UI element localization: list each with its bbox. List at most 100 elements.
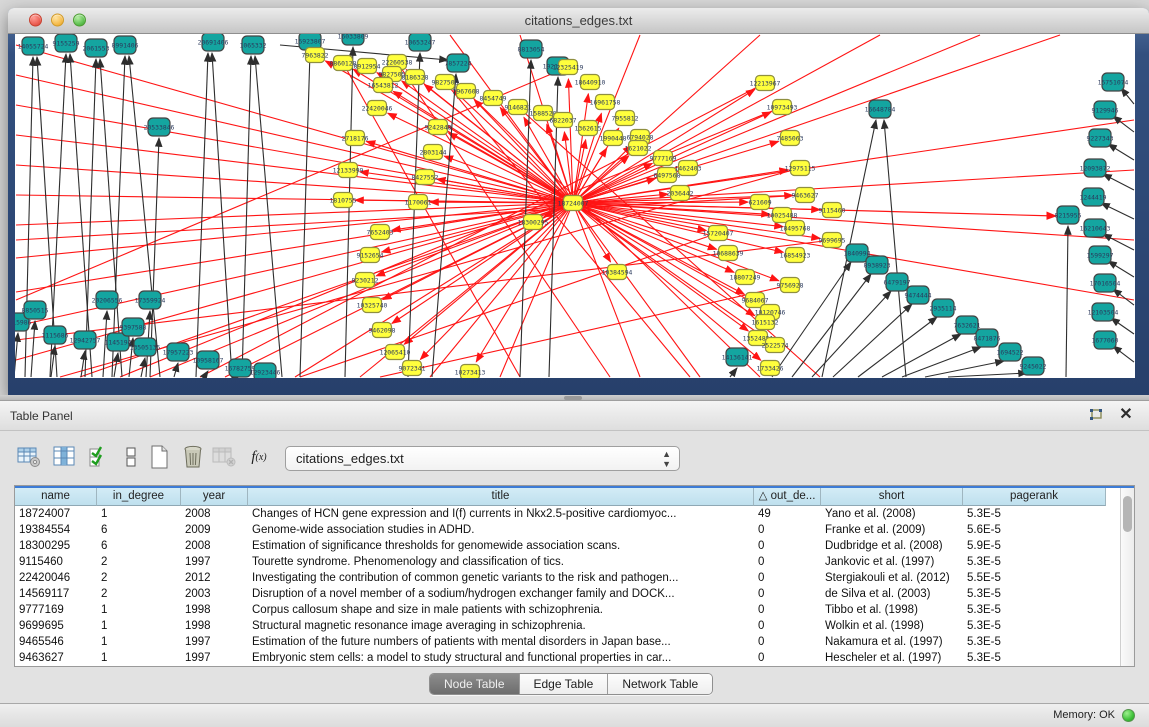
graph-node[interactable]: 2061553 bbox=[83, 39, 110, 57]
table-cell[interactable]: 9777169 bbox=[15, 602, 97, 618]
graph-node[interactable]: 6479197 bbox=[884, 273, 911, 291]
graph-node[interactable]: 10273413 bbox=[455, 365, 486, 379]
graph-node[interactable]: 14136141 bbox=[722, 348, 753, 366]
graph-node[interactable]: 12942757 bbox=[70, 331, 101, 349]
network-view-canvas[interactable]: 1405572491552592061553899140620691406106… bbox=[15, 34, 1135, 378]
graph-node[interactable]: 8850515 bbox=[22, 301, 49, 319]
graph-node[interactable]: 2935114 bbox=[930, 299, 957, 317]
table-row[interactable]: 2242004622012Investigating the contribut… bbox=[15, 570, 1120, 586]
table-mode-icon[interactable] bbox=[16, 444, 42, 470]
graph-node[interactable]: 9245022 bbox=[1020, 357, 1047, 375]
graph-node[interactable]: 8186328 bbox=[402, 70, 429, 85]
table-cell[interactable]: Tourette syndrome. Phenomenology and cla… bbox=[248, 554, 754, 570]
graph-edge[interactable] bbox=[1066, 226, 1068, 377]
graph-node[interactable]: 9474444 bbox=[905, 286, 932, 304]
graph-node[interactable]: 8230212 bbox=[352, 273, 379, 288]
graph-edge[interactable] bbox=[730, 368, 737, 377]
graph-edge[interactable] bbox=[85, 59, 96, 377]
table-row[interactable]: 1938455462009Genome-wide association stu… bbox=[15, 522, 1120, 538]
graph-edge[interactable] bbox=[884, 120, 906, 377]
table-cell[interactable]: 5.3E-5 bbox=[963, 650, 1106, 666]
graph-node[interactable]: 1621022 bbox=[625, 141, 652, 156]
graph-edge[interactable] bbox=[1121, 88, 1134, 104]
citation-network-graph[interactable]: 1405572491552592061553899140620691406106… bbox=[15, 34, 1135, 378]
window-titlebar[interactable]: citations_edges.txt bbox=[8, 8, 1149, 34]
table-cell[interactable]: 1 bbox=[97, 634, 181, 650]
table-cell[interactable]: 1997 bbox=[181, 634, 248, 650]
table-cell[interactable]: 5.6E-5 bbox=[963, 522, 1106, 538]
graph-node[interactable]: 10384594 bbox=[602, 265, 633, 280]
graph-edge[interactable] bbox=[902, 347, 981, 377]
graph-node[interactable]: 13505135 bbox=[130, 338, 161, 356]
table-cell[interactable]: 19384554 bbox=[15, 522, 97, 538]
close-panel-icon[interactable]: ✕ bbox=[1117, 406, 1135, 424]
select-all-icon[interactable] bbox=[86, 444, 112, 470]
delete-column-icon[interactable] bbox=[180, 444, 206, 470]
graph-edge[interactable] bbox=[31, 321, 35, 377]
tab-network-table[interactable]: Network Table bbox=[608, 674, 712, 694]
graph-node[interactable]: 8912954 bbox=[354, 59, 381, 74]
graph-node[interactable]: 8215955 bbox=[1055, 206, 1082, 224]
graph-node[interactable]: 10688639 bbox=[713, 246, 744, 261]
table-header-row[interactable]: namein_degreeyeartitle△ out_de...shortpa… bbox=[15, 488, 1120, 506]
graph-node[interactable]: 15751074 bbox=[1098, 73, 1129, 91]
graph-node[interactable]: 1065332 bbox=[240, 36, 267, 54]
graph-node[interactable]: 1677060 bbox=[1092, 331, 1119, 349]
table-cell[interactable]: 0 bbox=[754, 538, 821, 554]
graph-node[interactable]: 1362615 bbox=[575, 121, 602, 136]
table-cell[interactable]: 2008 bbox=[181, 538, 248, 554]
graph-edge[interactable] bbox=[120, 107, 782, 377]
graph-node[interactable]: 12093872 bbox=[1080, 159, 1111, 177]
graph-node[interactable]: 9146821 bbox=[505, 100, 532, 115]
table-cell[interactable]: 18724007 bbox=[15, 506, 97, 522]
table-cell[interactable]: Estimation of the future numbers of pati… bbox=[248, 634, 754, 650]
graph-node[interactable]: 1462403 bbox=[675, 161, 702, 176]
table-cell[interactable]: 0 bbox=[754, 586, 821, 602]
graph-edge[interactable] bbox=[300, 52, 310, 377]
graph-node[interactable]: 8471876 bbox=[974, 329, 1001, 347]
table-cell[interactable]: 5.3E-5 bbox=[963, 554, 1106, 570]
graph-node[interactable]: 9699695 bbox=[819, 233, 846, 248]
function-builder-icon[interactable]: f(x) bbox=[246, 444, 272, 470]
table-row[interactable]: 946554611997Estimation of the future num… bbox=[15, 634, 1120, 650]
graph-node[interactable]: 1170061 bbox=[405, 195, 432, 210]
graph-node[interactable]: 1733426 bbox=[757, 361, 784, 376]
graph-node[interactable]: 1810755 bbox=[330, 193, 357, 208]
table-cell[interactable]: 9463627 bbox=[15, 650, 97, 666]
graph-node[interactable]: 1990448 bbox=[600, 131, 627, 146]
graph-node[interactable]: 9227343 bbox=[1087, 129, 1114, 147]
table-cell[interactable]: 0 bbox=[754, 618, 821, 634]
table-cell[interactable]: Changes of HCN gene expression and I(f) … bbox=[248, 506, 754, 522]
graph-node[interactable]: 7955812 bbox=[612, 111, 639, 126]
graph-node[interactable]: 9072341 bbox=[399, 361, 426, 376]
graph-edge[interactable] bbox=[16, 135, 573, 203]
tab-node-table[interactable]: Node Table bbox=[430, 674, 520, 694]
table-cell[interactable]: 0 bbox=[754, 650, 821, 666]
table-cell[interactable]: 1998 bbox=[181, 618, 248, 634]
divider-grip-icon[interactable] bbox=[564, 396, 582, 400]
table-row[interactable]: 911546021997Tourette syndrome. Phenomeno… bbox=[15, 554, 1120, 570]
column-header-name[interactable]: name bbox=[15, 488, 97, 506]
graph-node[interactable]: 1115686 bbox=[42, 326, 69, 344]
graph-node[interactable]: 20206556 bbox=[92, 291, 123, 309]
graph-node[interactable]: 2967608 bbox=[453, 84, 480, 99]
graph-node[interactable]: 9463627 bbox=[792, 188, 819, 203]
graph-node[interactable]: 10958167 bbox=[193, 351, 224, 369]
graph-node[interactable]: 14055724 bbox=[18, 37, 49, 55]
table-cell[interactable]: 5.9E-5 bbox=[963, 538, 1106, 554]
graph-node[interactable]: 7857224 bbox=[445, 54, 472, 72]
graph-edge[interactable] bbox=[16, 203, 573, 258]
row-options-icon[interactable] bbox=[118, 444, 144, 470]
table-selector-dropdown[interactable]: citations_edges.txt ▲▼ bbox=[285, 446, 680, 471]
memory-ok-icon[interactable] bbox=[1122, 709, 1135, 722]
table-cell[interactable]: 2008 bbox=[181, 506, 248, 522]
graph-node[interactable]: 8454749 bbox=[480, 91, 507, 106]
table-cell[interactable]: Yano et al. (2008) bbox=[821, 506, 963, 522]
table-cell[interactable]: Estimation of significance thresholds fo… bbox=[248, 538, 754, 554]
graph-node[interactable]: 12923446 bbox=[250, 363, 281, 378]
table-cell[interactable]: 1997 bbox=[181, 650, 248, 666]
graph-node[interactable]: 10653247 bbox=[405, 34, 436, 51]
table-cell[interactable]: 1 bbox=[97, 506, 181, 522]
table-cell[interactable]: Nakamura et al. (1997) bbox=[821, 634, 963, 650]
tab-edge-table[interactable]: Edge Table bbox=[520, 674, 609, 694]
